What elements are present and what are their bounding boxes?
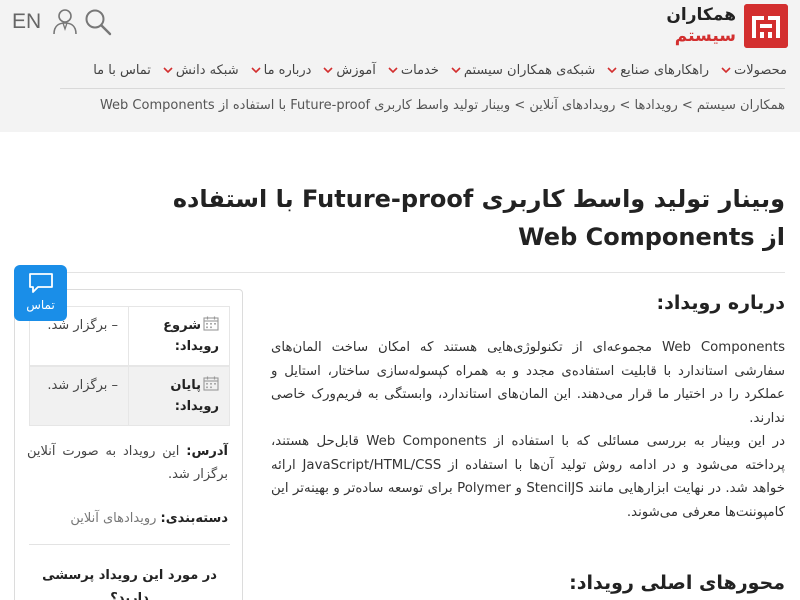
logo-mark-icon	[744, 4, 788, 48]
end-value: – برگزار شد.	[47, 378, 118, 393]
nav-item-label: شبکه‌ی همکاران سیستم	[463, 62, 596, 78]
nav-item-label: راهکارهای صنایع	[620, 62, 709, 78]
logo-text-line1: همکاران	[666, 5, 736, 25]
chevron-down-icon	[388, 67, 398, 74]
nav-item-4[interactable]: آموزش	[323, 62, 376, 78]
category-link[interactable]: رویدادهای آنلاین	[70, 511, 156, 526]
chevron-down-icon	[323, 67, 333, 74]
nav-item-5[interactable]: درباره ما	[251, 62, 312, 78]
title-divider	[15, 272, 785, 273]
nav-item-2[interactable]: شبکه‌ی همکاران سیستم	[451, 63, 595, 78]
chevron-down-icon	[721, 67, 731, 74]
description-paragraph-2: در این وبینار به بررسی مسائلی که با استف…	[271, 434, 786, 520]
description-paragraph-1: Web Components مجموعه‌ای از تکنولوژی‌های…	[271, 340, 785, 426]
event-info-sidebar: شروع رویداد: – برگزار شد. پایان رویداد: …	[14, 289, 243, 600]
event-description: Web Components مجموعه‌ای از تکنولوژی‌های…	[271, 336, 785, 524]
calendar-icon	[203, 316, 219, 331]
nav-item-1[interactable]: راهکارهای صنایع	[607, 63, 709, 78]
address-label: آدرس:	[186, 444, 228, 459]
chevron-down-icon	[163, 67, 173, 74]
nav-item-label: خدمات	[400, 62, 439, 78]
nav-item-3[interactable]: خدمات	[388, 63, 439, 78]
nav-divider	[60, 88, 785, 89]
nav-item-label: درباره ما	[263, 62, 312, 78]
chat-icon	[28, 273, 53, 293]
category-label: دسته‌بندی:	[160, 511, 228, 526]
breadcrumb[interactable]: همکاران سیستم > رویدادها > رویدادهای آنل…	[85, 98, 785, 113]
topics-heading: محورهای اصلی رویداد:	[569, 572, 785, 594]
start-label: شروع رویداد:	[163, 316, 219, 354]
brand-logo[interactable]: همکاران سیستم	[658, 4, 788, 48]
question-prompt: در مورد این رویداد پرسشی دارید؟	[42, 568, 217, 600]
contact-float-button[interactable]: تماس	[14, 265, 67, 321]
user-icon[interactable]	[52, 8, 78, 36]
search-icon[interactable]	[84, 8, 112, 36]
end-time-row: پایان رویداد: – برگزار شد.	[29, 366, 230, 426]
language-switch[interactable]: EN	[12, 10, 41, 34]
nav-item-0[interactable]: محصولات	[721, 63, 787, 78]
contact-label: تماس	[26, 298, 55, 312]
page-title: وبینار تولید واسط کاربری Future-proof با…	[172, 185, 785, 251]
chevron-down-icon	[451, 67, 461, 74]
logo-text-line2: سیستم	[674, 26, 736, 46]
end-label: پایان رویداد:	[170, 376, 219, 414]
nav-item-label: محصولات	[734, 62, 787, 78]
about-heading: درباره رویداد:	[656, 292, 785, 314]
nav-item-label: آموزش	[336, 62, 376, 78]
site-header: EN همکاران سیستم محصولات راهکارهای صنایع ش…	[0, 0, 800, 132]
calendar-icon	[203, 376, 219, 391]
chevron-down-icon	[607, 67, 617, 74]
nav-item-6[interactable]: شبکه دانش	[163, 63, 239, 78]
sidebar-divider	[29, 544, 230, 545]
event-category: دسته‌بندی: رویدادهای آنلاین	[27, 508, 228, 530]
nav-item-7[interactable]: تماس با ما	[93, 63, 151, 78]
event-address: آدرس: این رویداد به صورت آنلاین برگزار ش…	[27, 440, 228, 486]
nav-item-label: تماس با ما	[93, 62, 151, 78]
chevron-down-icon	[251, 67, 261, 74]
main-nav: محصولات راهکارهای صنایع شبکه‌ی همکاران سیس…	[47, 54, 787, 86]
nav-item-label: شبکه دانش	[175, 62, 239, 78]
